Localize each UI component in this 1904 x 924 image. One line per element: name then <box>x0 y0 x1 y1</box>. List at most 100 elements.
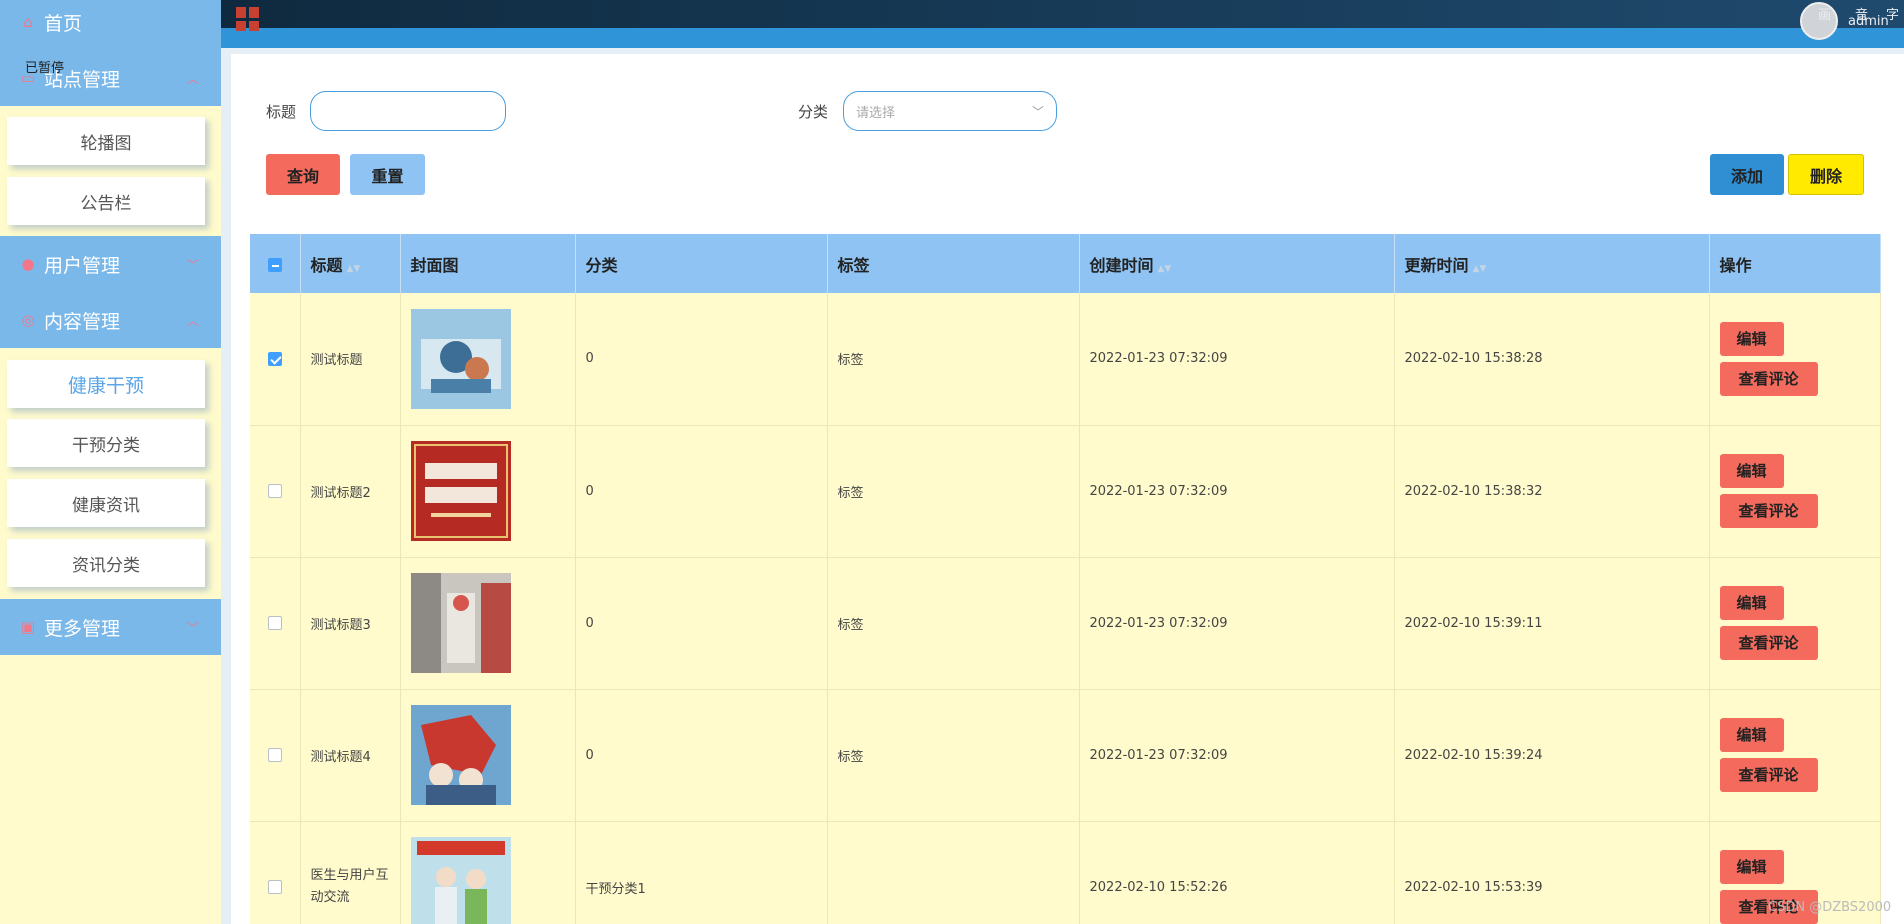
header-tag: 标签 <box>827 234 1080 293</box>
view-comments-button[interactable]: 查看评论 <box>1719 758 1818 792</box>
row-created: 2022-02-10 15:52:26 <box>1079 821 1395 924</box>
header-title[interactable]: 标题 ▲▼ <box>300 234 401 293</box>
title-filter-label: 标题 <box>266 103 297 121</box>
row-select-cell <box>250 293 301 426</box>
row-updated: 2022-02-10 15:38:32 <box>1394 425 1710 558</box>
row-tag: 标签 <box>827 689 1080 822</box>
header-category-label: 分类 <box>585 255 618 275</box>
header-cover: 封面图 <box>400 234 576 293</box>
menu-user-management[interactable]: ● 用户管理 ﹀ <box>0 236 221 292</box>
sidebar-item-notice-board[interactable]: 公告栏 <box>7 177 205 225</box>
cover-image-masks <box>410 308 511 409</box>
cover-image-street <box>410 573 511 673</box>
table-row: 医生与用户互动交流 干预分类1 2022-02-10 15:52:26 2022… <box>250 821 1881 924</box>
reset-button[interactable]: 重置 <box>350 154 425 195</box>
menu-more-label: 更多管理 <box>44 617 121 640</box>
content-table: 标题 ▲▼ 封面图 分类 标签 创建时间 ▲▼ 更新时间 ▲▼ 操作 测试标题 0 标… <box>250 234 1881 924</box>
header-title-label: 标题 <box>310 255 343 275</box>
row-cover-cell <box>400 557 576 690</box>
row-tag <box>827 821 1080 924</box>
sort-icon[interactable]: ▲▼ <box>1473 264 1487 274</box>
sort-icon[interactable]: ▲▼ <box>347 264 361 274</box>
view-comments-button[interactable]: 查看评论 <box>1719 361 1818 396</box>
title-search-input[interactable] <box>310 91 506 131</box>
sort-icon[interactable]: ▲▼ <box>1158 264 1172 274</box>
menu-user-label: 用户管理 <box>44 254 121 277</box>
cover-image-illustration <box>410 705 511 805</box>
add-button[interactable]: 添加 <box>1710 154 1784 195</box>
row-checkbox[interactable] <box>267 748 282 762</box>
row-checkbox[interactable] <box>267 351 282 366</box>
view-comments-button[interactable]: 查看评论 <box>1719 494 1818 528</box>
paused-label: 已暂停 <box>25 61 65 76</box>
query-button[interactable]: 查询 <box>266 154 340 195</box>
select-all-checkbox[interactable] <box>267 257 282 272</box>
row-actions: 编辑 查看评论 <box>1709 293 1881 426</box>
row-created: 2022-01-23 07:32:09 <box>1079 293 1395 426</box>
chevron-down-icon: ﹀ <box>186 257 199 272</box>
category-filter-label: 分类 <box>798 103 829 121</box>
menu-content-management[interactable]: ◎ 内容管理 ︿ <box>0 292 221 348</box>
top-bar-strip <box>221 28 1904 48</box>
row-cover-cell <box>400 425 576 558</box>
header-tag-label: 标签 <box>837 255 870 275</box>
row-title: 测试标题 <box>300 293 401 426</box>
edit-button[interactable]: 编辑 <box>1719 850 1784 884</box>
select-all-cell <box>250 234 301 293</box>
sidebar-item-health-news[interactable]: 健康资讯 <box>7 479 205 527</box>
watermark: CSDN @DZBS2000 <box>1768 900 1892 915</box>
sidebar-item-intervention-category[interactable]: 干预分类 <box>7 419 205 467</box>
sidebar-item-carousel[interactable]: 轮播图 <box>7 117 205 165</box>
row-title: 测试标题4 <box>300 689 401 822</box>
delete-button[interactable]: 删除 <box>1788 154 1864 195</box>
top-bar <box>221 0 1904 28</box>
row-checkbox[interactable] <box>267 616 282 630</box>
topbar-extra-3[interactable]: 字 <box>1886 4 1899 23</box>
chevron-down-icon: ﹀ <box>186 620 199 635</box>
edit-button[interactable]: 编辑 <box>1719 454 1784 488</box>
row-checkbox[interactable] <box>267 880 282 894</box>
row-title: 测试标题2 <box>300 425 401 558</box>
row-updated: 2022-02-10 15:38:28 <box>1394 293 1710 426</box>
row-category: 0 <box>575 425 828 558</box>
topbar-extra-1[interactable]: 画 <box>1818 4 1831 23</box>
row-checkbox[interactable] <box>267 484 282 498</box>
row-tag: 标签 <box>827 425 1080 558</box>
row-select-cell <box>250 557 301 690</box>
edit-button[interactable]: 编辑 <box>1719 586 1784 620</box>
row-title: 测试标题3 <box>300 557 401 690</box>
menu-grid-icon[interactable] <box>236 7 260 31</box>
row-updated: 2022-02-10 15:39:11 <box>1394 557 1710 690</box>
header-actions-label: 操作 <box>1719 255 1752 275</box>
row-cover-cell <box>400 293 576 426</box>
chevron-down-icon: ﹀ <box>1031 104 1044 119</box>
row-tag: 标签 <box>827 293 1080 426</box>
book-icon: ▣ <box>20 618 36 636</box>
sidebar-item-news-category[interactable]: 资讯分类 <box>7 539 205 587</box>
row-actions: 编辑 查看评论 <box>1709 425 1881 558</box>
edit-button[interactable]: 编辑 <box>1719 321 1784 356</box>
chat-icon: ◎ <box>21 311 35 329</box>
row-created: 2022-01-23 07:32:09 <box>1079 689 1395 822</box>
sidebar-item-health-intervention[interactable]: 健康干预 <box>7 360 205 408</box>
view-comments-button[interactable]: 查看评论 <box>1719 626 1818 660</box>
topbar-extra-2[interactable]: 音 <box>1855 4 1868 23</box>
table-row: 测试标题2 0 标签 2022-01-23 07:32:09 2022-02-1… <box>250 425 1881 558</box>
table-row: 测试标题4 0 标签 2022-01-23 07:32:09 2022-02-1… <box>250 689 1881 822</box>
row-category: 0 <box>575 293 828 426</box>
menu-content-label: 内容管理 <box>44 310 121 333</box>
category-select[interactable]: 请选择 ﹀ <box>843 91 1057 131</box>
row-select-cell <box>250 821 301 924</box>
row-created: 2022-01-23 07:32:09 <box>1079 557 1395 690</box>
menu-more-management[interactable]: ▣ 更多管理 ﹀ <box>0 599 221 655</box>
header-updated[interactable]: 更新时间 ▲▼ <box>1394 234 1710 293</box>
table-row: 测试标题 0 标签 2022-01-23 07:32:09 2022-02-10… <box>250 293 1881 426</box>
row-title: 医生与用户互动交流 <box>300 821 401 924</box>
header-created[interactable]: 创建时间 ▲▼ <box>1079 234 1395 293</box>
header-actions: 操作 <box>1709 234 1881 293</box>
menu-home[interactable]: ⌂ 首页 <box>0 0 221 50</box>
table-row: 测试标题3 0 标签 2022-01-23 07:32:09 2022-02-1… <box>250 557 1881 690</box>
cover-image-poster <box>410 441 511 541</box>
row-select-cell <box>250 425 301 558</box>
edit-button[interactable]: 编辑 <box>1719 718 1784 752</box>
